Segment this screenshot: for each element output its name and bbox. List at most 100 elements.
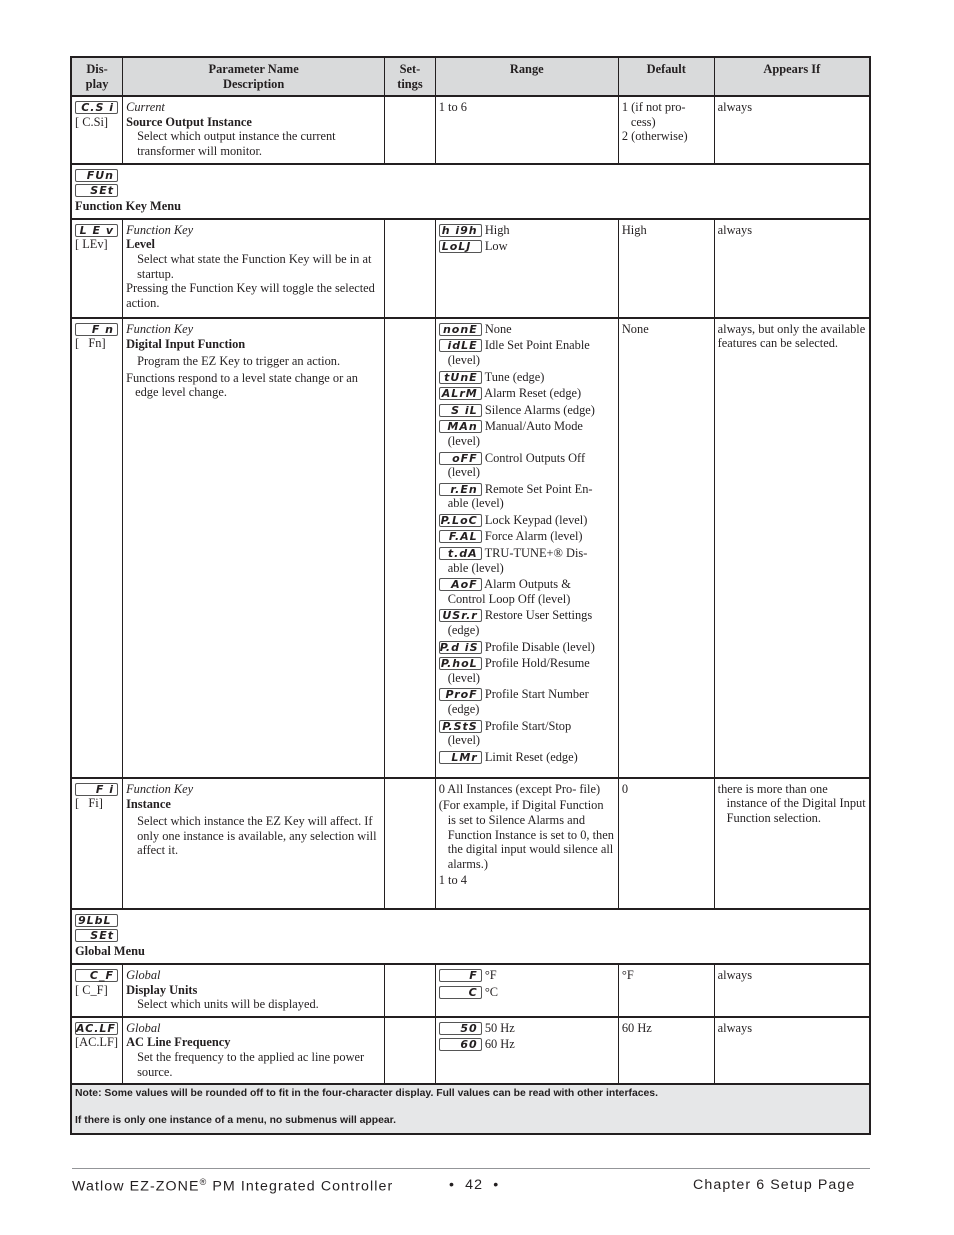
default-cell: High [617, 217, 715, 319]
range-option: P.hoL Profile Hold/Resume (level) [438, 656, 615, 685]
parameter-description: Set the frequency to the applied ac line… [137, 1049, 365, 1079]
parameter-name: Digital Input Function [126, 337, 246, 352]
parameter-category: Global [126, 1020, 161, 1035]
range-option: LMr Limit Reset (edge) [438, 750, 615, 765]
lcd-option-icon: P.StS [438, 719, 482, 733]
range-option: USr.r Restore User Settings (edge) [438, 608, 615, 637]
lcd-option-icon: AoF [438, 578, 482, 592]
header-parameter-name: Parameter Name Description [122, 55, 386, 98]
lcd-option-icon: S iL [438, 403, 482, 417]
range-option: r.En Remote Set Point En-able (level) [438, 482, 615, 511]
range-option: tUnE Tune (edge) [438, 370, 615, 385]
lcd-option-icon: nonE [438, 322, 482, 336]
parameter-cell: Current Source Output Instance Select wh… [122, 95, 386, 165]
table-row: L E v [ LEv] Function Key Level Select w… [70, 217, 871, 319]
page-number: • 42 • [449, 1177, 500, 1193]
parameter-table: Dis-play Parameter Name Description Set-t… [70, 55, 871, 1136]
display-cell: C.S i [ C.Si] [70, 95, 124, 165]
footer-divider [72, 1168, 870, 1169]
display-cell: L E v [ LEv] [70, 217, 124, 319]
display-cell: AC.LF [AC.LF] [70, 1015, 124, 1085]
lcd-display-icon: AC.LF [75, 1021, 118, 1035]
lcd-option-icon: oFF [438, 451, 482, 465]
lcd-display-icon: F i [75, 782, 118, 796]
parameter-category: Current [126, 100, 165, 115]
settings-cell [384, 95, 436, 165]
header-appears-if: Appears If [713, 55, 871, 98]
footer-title: Watlow EZ-ZONE® PM Integrated Controller [72, 1177, 394, 1195]
range-option: LoLJ Low [438, 239, 615, 254]
lcd-display-icon: FUn [75, 168, 118, 182]
display-cell: F i [ Fi] [70, 776, 124, 910]
parameter-cell: Global AC Line Frequency Set the frequen… [122, 1015, 386, 1085]
range-cell: 0 All Instances (except Pro- file) (For … [434, 776, 619, 910]
note-text: If there is only one instance of a menu,… [75, 1115, 397, 1127]
parameter-cell: Function Key Instance Select which insta… [122, 776, 386, 910]
lcd-option-icon: MAn [438, 420, 482, 434]
range-option: 60 60 Hz [438, 1037, 615, 1052]
default-cell: 60 Hz [617, 1015, 715, 1085]
settings-cell [384, 217, 436, 319]
range-option: AoF Alarm Outputs & Control Loop Off (lev… [438, 577, 615, 606]
range-option: F °F [438, 968, 615, 983]
lcd-option-icon: LoLJ [438, 240, 482, 254]
lcd-option-icon: idLE [438, 339, 482, 353]
settings-cell [384, 1015, 436, 1085]
menu-cell: 9LbL SEt Global Menu [70, 907, 871, 965]
parameter-description: Functions respond to a level state chang… [126, 370, 358, 400]
footer-chapter: Chapter 6 Setup Page [693, 1177, 856, 1193]
parameter-name: Instance [126, 797, 171, 812]
range-option: ALrM Alarm Reset (edge) [438, 386, 615, 401]
parameter-cell: Function Key Digital Input Function Prog… [122, 316, 386, 779]
menu-header-row: FUn SEt Function Key Menu [70, 162, 871, 220]
parameter-code: [ C_F] [75, 982, 108, 997]
table-header-row: Dis-play Parameter Name Description Set-t… [70, 55, 871, 98]
display-cell: C_F [ C_F] [70, 962, 124, 1018]
lcd-option-icon: F.AL [438, 530, 482, 544]
lcd-option-icon: P.hoL [438, 657, 482, 671]
header-display: Dis-play [70, 55, 124, 98]
parameter-name: Level [126, 237, 155, 252]
lcd-option-icon: tUnE [438, 370, 482, 384]
parameter-name: Source Output Instance [126, 114, 252, 129]
appears-if-cell: always, but only the available features … [713, 316, 871, 779]
lcd-option-icon: ALrM [438, 387, 482, 401]
header-range: Range [434, 55, 619, 98]
lcd-option-icon: P.LoC [438, 513, 482, 527]
display-cell: F n [ Fn] [70, 316, 124, 779]
lcd-display-icon: C_F [75, 968, 118, 982]
header-default: Default [617, 55, 715, 98]
parameter-cell: Global Display Units Select which units … [122, 962, 386, 1018]
range-cell: 50 50 Hz 60 60 Hz [434, 1015, 619, 1085]
lcd-display-icon: SEt [75, 184, 118, 198]
parameter-code: [ Fi] [75, 796, 103, 811]
range-cell: nonE None idLE Idle Set Point Enable (leve… [434, 316, 619, 779]
appears-if-cell: always [713, 962, 871, 1018]
table-row: F i [ Fi] Function Key Instance Select w… [70, 776, 871, 910]
range-option: nonE None [438, 322, 615, 337]
menu-title: Global Menu [75, 944, 145, 959]
parameter-category: Function Key [126, 222, 194, 237]
parameter-code: [AC.LF] [75, 1035, 119, 1050]
table-row: C_F [ C_F] Global Display Units Select w… [70, 962, 871, 1018]
parameter-category: Function Key [126, 781, 194, 796]
settings-cell [384, 316, 436, 779]
default-cell: None [617, 316, 715, 779]
appears-if-cell: always [713, 1015, 871, 1085]
lcd-option-icon: P.d iS [438, 640, 482, 654]
range-cell: h i9h High LoLJ Low [434, 217, 619, 319]
settings-cell [384, 962, 436, 1018]
parameter-description: Select which units will be displayed. [137, 997, 319, 1012]
menu-title: Function Key Menu [75, 199, 182, 214]
header-settings: Set-tings [384, 55, 436, 98]
appears-if-cell: always [713, 95, 871, 165]
range-cell: F °F C °C [434, 962, 619, 1018]
table-row: F n [ Fn] Function Key Digital Input Fun… [70, 316, 871, 779]
parameter-cell: Function Key Level Select what state the… [122, 217, 386, 319]
lcd-option-icon: C [438, 985, 482, 999]
table-row: C.S i [ C.Si] Current Source Output Inst… [70, 95, 871, 165]
parameter-code: [ LEv] [75, 237, 108, 252]
table-row: AC.LF [AC.LF] Global AC Line Frequency S… [70, 1015, 871, 1085]
lcd-option-icon: USr.r [438, 609, 482, 623]
parameter-description: Select which output instance the current… [137, 129, 336, 158]
